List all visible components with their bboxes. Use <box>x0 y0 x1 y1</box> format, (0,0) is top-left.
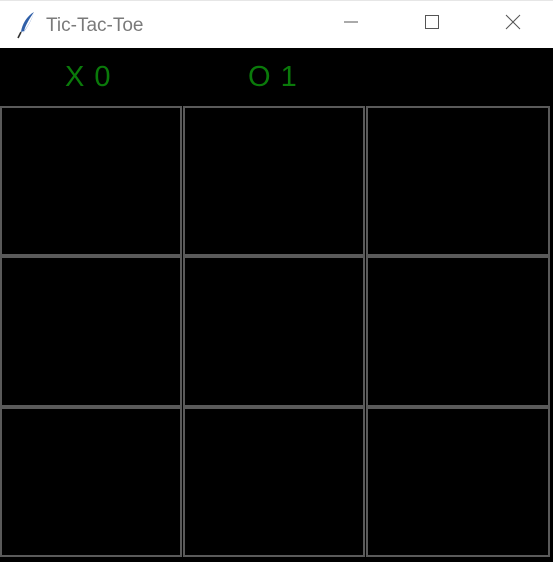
x-score: X 0 <box>65 61 112 93</box>
cell-2-1[interactable] <box>183 407 365 557</box>
tic-tac-toe-window: Tic-Tac-Toe X 0 O 1 <box>0 0 553 562</box>
cell-0-0[interactable] <box>0 106 182 256</box>
minimize-icon <box>343 14 359 35</box>
window-title: Tic-Tac-Toe <box>46 15 144 36</box>
minimize-button[interactable] <box>311 1 391 48</box>
cell-1-2[interactable] <box>366 256 550 407</box>
game-board <box>0 106 551 558</box>
scoreboard: X 0 O 1 <box>0 48 553 105</box>
maximize-button[interactable] <box>392 1 472 48</box>
maximize-icon <box>424 14 440 35</box>
cell-0-2[interactable] <box>366 106 550 256</box>
cell-2-0[interactable] <box>0 407 182 557</box>
o-score: O 1 <box>248 61 298 93</box>
close-icon <box>505 14 521 35</box>
cell-1-1[interactable] <box>183 256 365 407</box>
cell-1-0[interactable] <box>0 256 182 407</box>
close-button[interactable] <box>473 1 553 48</box>
cell-0-1[interactable] <box>183 106 365 256</box>
feather-icon <box>15 10 39 40</box>
title-bar: Tic-Tac-Toe <box>0 0 553 48</box>
cell-2-2[interactable] <box>366 407 550 557</box>
